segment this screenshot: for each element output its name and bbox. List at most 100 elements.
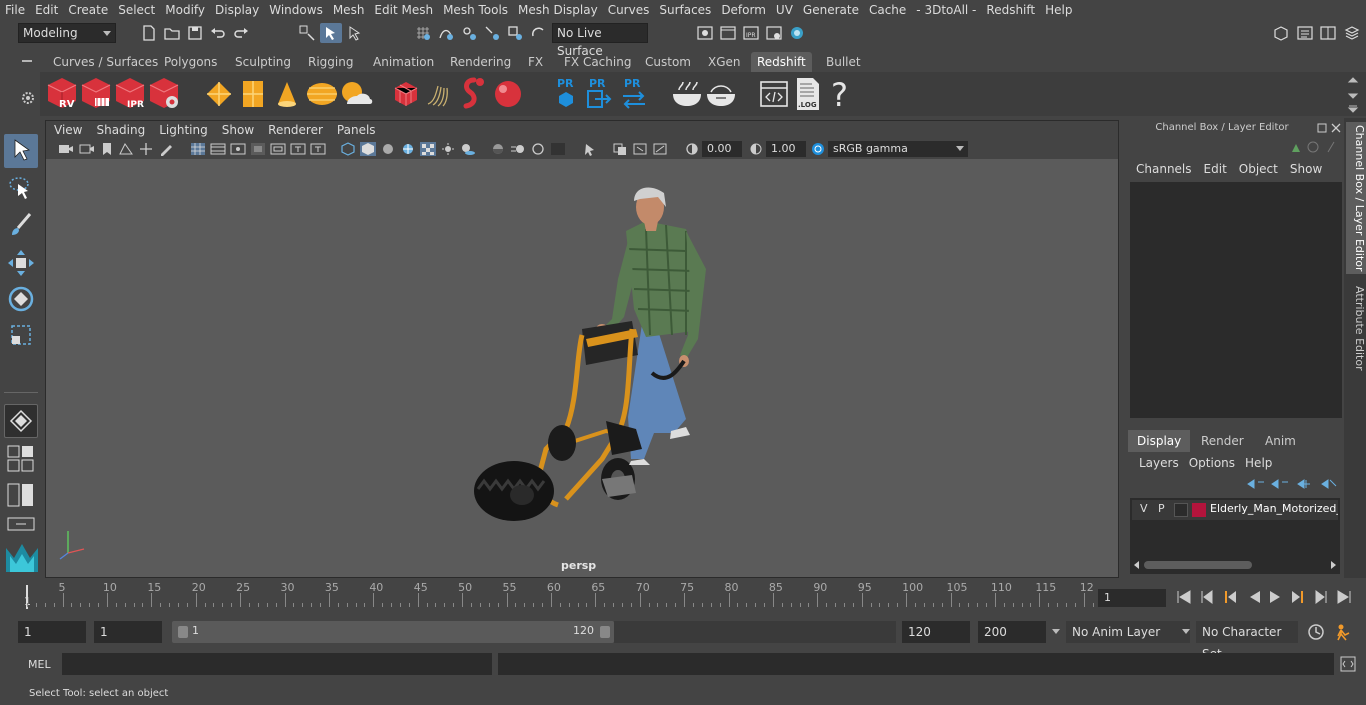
redshift-script-editor-icon[interactable] [758, 78, 790, 110]
menu-edit[interactable]: Edit [30, 0, 63, 20]
menu-generate[interactable]: Generate [798, 0, 864, 20]
redshift-proxy-icon[interactable] [390, 78, 422, 110]
field-chart-icon[interactable] [270, 142, 286, 156]
move-tool-button[interactable] [4, 246, 38, 280]
tab-rendering[interactable]: Rendering [444, 52, 517, 72]
snap-to-projected-center-icon[interactable] [483, 24, 501, 42]
step-back-key-icon[interactable] [1201, 590, 1213, 604]
range-slider-end-handle[interactable] [600, 626, 610, 638]
exposure-icon[interactable] [684, 142, 700, 156]
layer-color-swatch[interactable] [1192, 503, 1206, 517]
tab-anim[interactable]: Anim [1256, 430, 1305, 452]
safe-action-icon[interactable] [290, 142, 306, 156]
layer-row[interactable]: V P Elderly_Man_Motorized_E [1132, 500, 1338, 520]
two-d-pan-zoom-icon[interactable] [138, 142, 154, 156]
wireframe-icon[interactable] [340, 142, 356, 156]
select-by-object-button[interactable] [320, 23, 342, 43]
paint-select-tool-button[interactable] [4, 208, 38, 242]
menu-mesh-tools[interactable]: Mesh Tools [438, 0, 513, 20]
redshift-bake-set-icon[interactable] [704, 78, 738, 110]
playback-end-field[interactable]: 120 [902, 621, 970, 643]
scroll-left-icon[interactable] [1134, 561, 1139, 569]
menu-mesh[interactable]: Mesh [328, 0, 370, 20]
menu-surfaces[interactable]: Surfaces [654, 0, 716, 20]
attribute-editor-toggle-icon[interactable] [1296, 24, 1314, 42]
redo-icon[interactable] [232, 24, 250, 42]
step-forward-key-icon[interactable] [1315, 590, 1327, 604]
render-view-icon[interactable] [765, 24, 783, 42]
menu-uv[interactable]: UV [771, 0, 798, 20]
perspective-viewport[interactable]: View Shading Lighting Show Renderer Pane… [45, 120, 1119, 578]
tab-curves-surfaces[interactable]: Curves / Surfaces [47, 52, 164, 72]
snap-to-curve-icon[interactable] [437, 24, 455, 42]
auto-key-icon[interactable] [1306, 622, 1326, 642]
resolution-gate-icon[interactable] [230, 142, 246, 156]
textured-icon[interactable] [420, 142, 436, 156]
redshift-area-light-icon[interactable] [203, 78, 235, 110]
snap-to-point-icon[interactable] [460, 24, 478, 42]
range-slider[interactable]: 1 120 [172, 621, 614, 643]
tab-redshift[interactable]: Redshift [751, 52, 812, 72]
redshift-rsmesh-icon[interactable] [458, 76, 490, 112]
ipr-render-icon[interactable]: IPR [742, 24, 760, 42]
color-space-dropdown[interactable]: sRGB gamma [828, 141, 968, 157]
film-gate-icon[interactable] [210, 142, 226, 156]
render-settings-icon[interactable] [696, 24, 714, 42]
grease-pencil-icon[interactable] [158, 142, 174, 156]
scroll-thumb[interactable] [1144, 561, 1252, 569]
menu-3dtoall[interactable]: - 3DtoAll - [911, 0, 981, 20]
isolate-select-icon[interactable] [582, 142, 598, 156]
channel-box-toggle-icon[interactable] [1343, 24, 1361, 42]
tab-animation[interactable]: Animation [367, 52, 440, 72]
scale-tool-button[interactable] [4, 318, 38, 352]
panel-window-controls-icon[interactable] [1316, 122, 1344, 134]
channel-box-area[interactable] [1130, 182, 1342, 418]
playback-start-field[interactable]: 1 [94, 621, 162, 643]
live-surface-field[interactable]: No Live Surface [552, 23, 648, 58]
rotate-tool-button[interactable] [4, 282, 38, 316]
redshift-dome-light-icon[interactable] [305, 78, 339, 110]
range-slider-start-handle[interactable] [178, 626, 188, 638]
grid-toggle-icon[interactable] [190, 142, 206, 156]
step-back-frame-icon[interactable] [1225, 591, 1236, 603]
undo-icon[interactable] [209, 24, 227, 42]
viewport-menu-panels[interactable]: Panels [330, 123, 383, 137]
step-forward-frame-icon[interactable] [1292, 591, 1303, 603]
xray-icon[interactable] [612, 142, 628, 156]
soft-select-button[interactable] [4, 404, 38, 438]
motion-blur-icon[interactable] [510, 142, 526, 156]
menu-edit-mesh[interactable]: Edit Mesh [369, 0, 438, 20]
redshift-volume-icon[interactable] [424, 78, 456, 110]
menu-windows[interactable]: Windows [264, 0, 328, 20]
layer-tool-icons[interactable] [1244, 476, 1338, 492]
select-by-component-icon[interactable] [346, 24, 364, 42]
wireframe-on-shaded-icon[interactable] [400, 142, 416, 156]
select-tool-button[interactable] [4, 134, 38, 168]
tool-settings-toggle-icon[interactable] [1319, 24, 1337, 42]
menu-display[interactable]: Display [210, 0, 264, 20]
color-management-icon[interactable] [810, 142, 826, 156]
tab-fx[interactable]: FX [522, 52, 549, 72]
play-forwards-icon[interactable] [1270, 591, 1280, 603]
viewport-menu-renderer[interactable]: Renderer [261, 123, 330, 137]
redshift-pr-swap-icon[interactable]: PR [620, 76, 648, 112]
redshift-ipr-button[interactable]: IPR [113, 76, 147, 112]
snap-to-view-plane-icon[interactable] [506, 24, 524, 42]
redshift-baking-icon[interactable] [670, 78, 704, 110]
play-backwards-icon[interactable] [1250, 591, 1260, 603]
smooth-shade-icon[interactable] [360, 142, 376, 156]
snap-to-grid-icon[interactable] [414, 24, 432, 42]
layer-menu-help[interactable]: Help [1240, 456, 1277, 470]
menu-modify[interactable]: Modify [160, 0, 210, 20]
render-current-frame-icon[interactable] [719, 24, 737, 42]
redshift-render-view-button[interactable]: RV [45, 76, 79, 112]
shelf-scroll-icon[interactable] [1346, 74, 1360, 114]
make-live-icon[interactable] [529, 24, 547, 42]
tab-display[interactable]: Display [1128, 430, 1191, 452]
menu-help[interactable]: Help [1040, 0, 1077, 20]
tab-render[interactable]: Render [1192, 430, 1253, 452]
menu-file[interactable]: File [0, 0, 30, 20]
menu-cache[interactable]: Cache [864, 0, 911, 20]
exposure-field[interactable]: 0.00 [702, 141, 742, 157]
tab-rigging[interactable]: Rigging [302, 52, 359, 72]
